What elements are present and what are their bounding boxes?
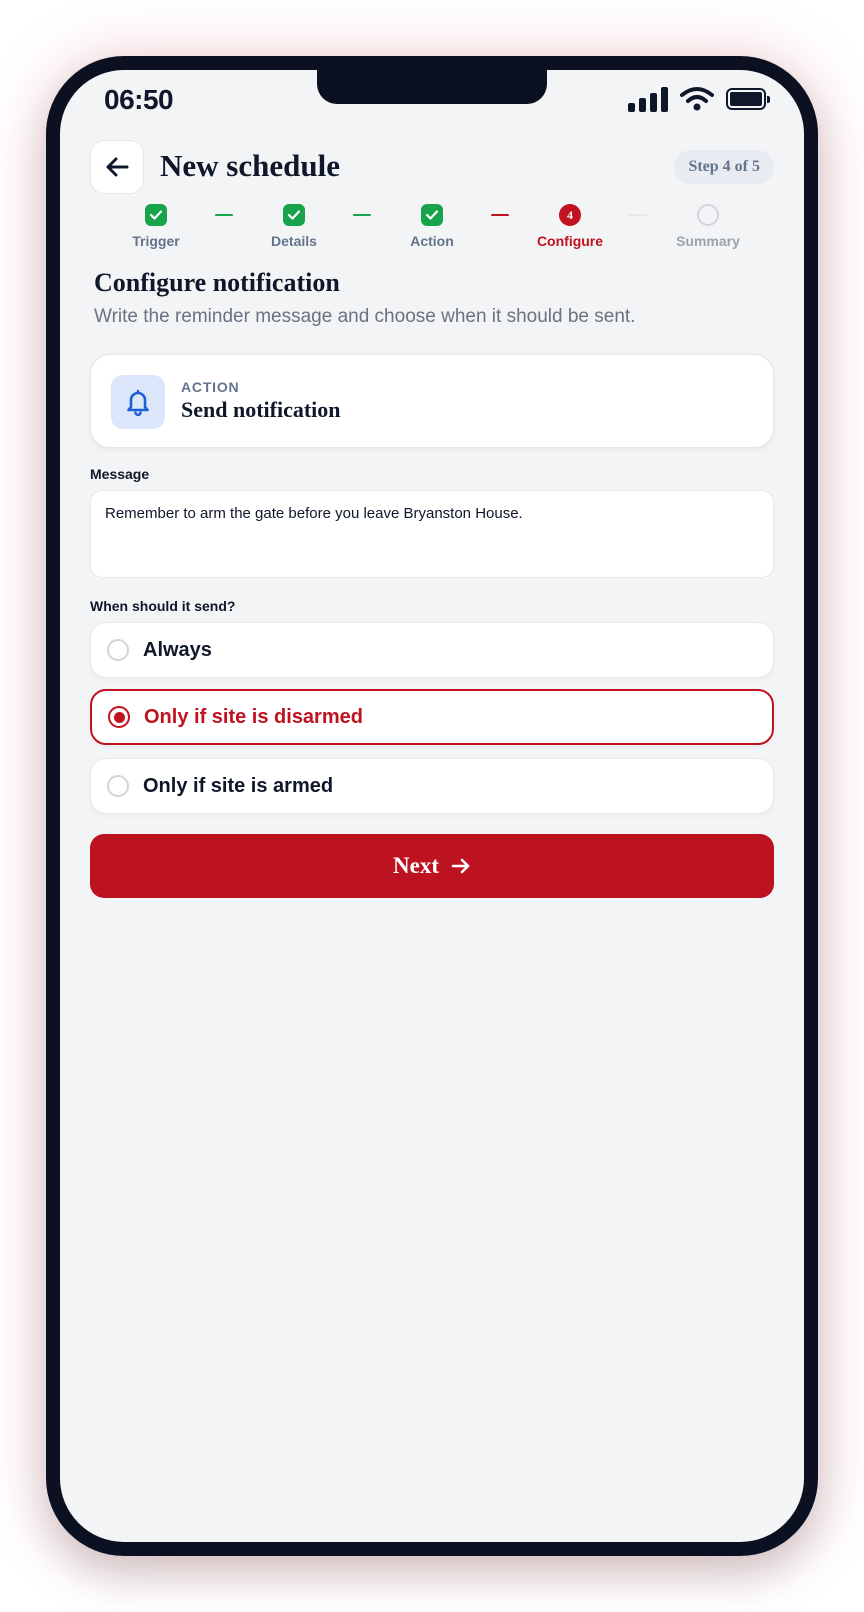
- option-label: Only if site is disarmed: [144, 705, 363, 728]
- radio-unchecked-icon: [107, 639, 129, 661]
- stepper-label: Trigger: [132, 233, 180, 249]
- bell-icon: [127, 389, 149, 416]
- stepper-label: Action: [410, 233, 454, 249]
- status-time: 06:50: [104, 84, 174, 115]
- next-button-label: Next: [393, 853, 439, 878]
- arrow-right-icon: [451, 858, 470, 874]
- check-icon: [421, 204, 443, 226]
- check-icon: [283, 204, 305, 226]
- step-indicator-badge: Step 4 of 5: [674, 150, 774, 184]
- option-always[interactable]: Always: [90, 622, 774, 678]
- option-label: Always: [143, 638, 212, 661]
- cellular-signal-icon: [628, 86, 668, 112]
- status-icons: [628, 86, 770, 112]
- page-title: New schedule: [160, 148, 340, 183]
- app-screen: 06:50 New schedule Step 4 of 5 Trigger D…: [60, 70, 804, 1542]
- wifi-icon: [680, 87, 714, 111]
- stepper-step-action: Action: [377, 204, 487, 249]
- step-number-badge: 4: [559, 204, 581, 226]
- radio-checked-icon: [108, 706, 130, 728]
- stepper-label: Details: [271, 233, 317, 249]
- section-title: Configure notification: [94, 268, 340, 297]
- device-notch: [317, 70, 547, 104]
- radio-unchecked-icon: [107, 775, 129, 797]
- next-button[interactable]: Next: [90, 834, 774, 898]
- stepper-label: Summary: [676, 233, 740, 249]
- stepper-connector: [491, 214, 509, 216]
- message-textarea[interactable]: Remember to arm the gate before you leav…: [90, 490, 774, 578]
- option-only-if-armed[interactable]: Only if site is armed: [90, 758, 774, 814]
- section-subtitle: Write the reminder message and choose wh…: [94, 306, 636, 327]
- stepper-step-trigger: Trigger: [101, 204, 211, 249]
- stepper-step-configure: 4 Configure: [515, 204, 625, 249]
- arrow-left-icon: [106, 157, 129, 177]
- action-name: Send notification: [181, 397, 341, 422]
- option-label: Only if site is armed: [143, 774, 334, 797]
- action-card: ACTION Send notification: [90, 354, 774, 448]
- progress-stepper: Trigger Details Action 4 Configure Summa…: [60, 204, 804, 264]
- action-icon-box: [111, 375, 165, 429]
- action-eyebrow: ACTION: [181, 379, 240, 395]
- stepper-step-details: Details: [239, 204, 349, 249]
- stepper-connector: [629, 214, 647, 216]
- back-button[interactable]: [90, 140, 144, 194]
- message-label: Message: [90, 466, 150, 482]
- stepper-label: Configure: [536, 233, 604, 249]
- option-only-if-disarmed[interactable]: Only if site is disarmed: [90, 689, 774, 745]
- send-condition-label: When should it send?: [90, 598, 236, 614]
- stepper-connector: [215, 214, 233, 216]
- pending-circle-icon: [697, 204, 719, 226]
- check-icon: [145, 204, 167, 226]
- battery-icon: [726, 88, 770, 110]
- stepper-connector: [353, 214, 371, 216]
- page-header: New schedule Step 4 of 5: [90, 140, 774, 194]
- stepper-step-summary: Summary: [653, 204, 763, 249]
